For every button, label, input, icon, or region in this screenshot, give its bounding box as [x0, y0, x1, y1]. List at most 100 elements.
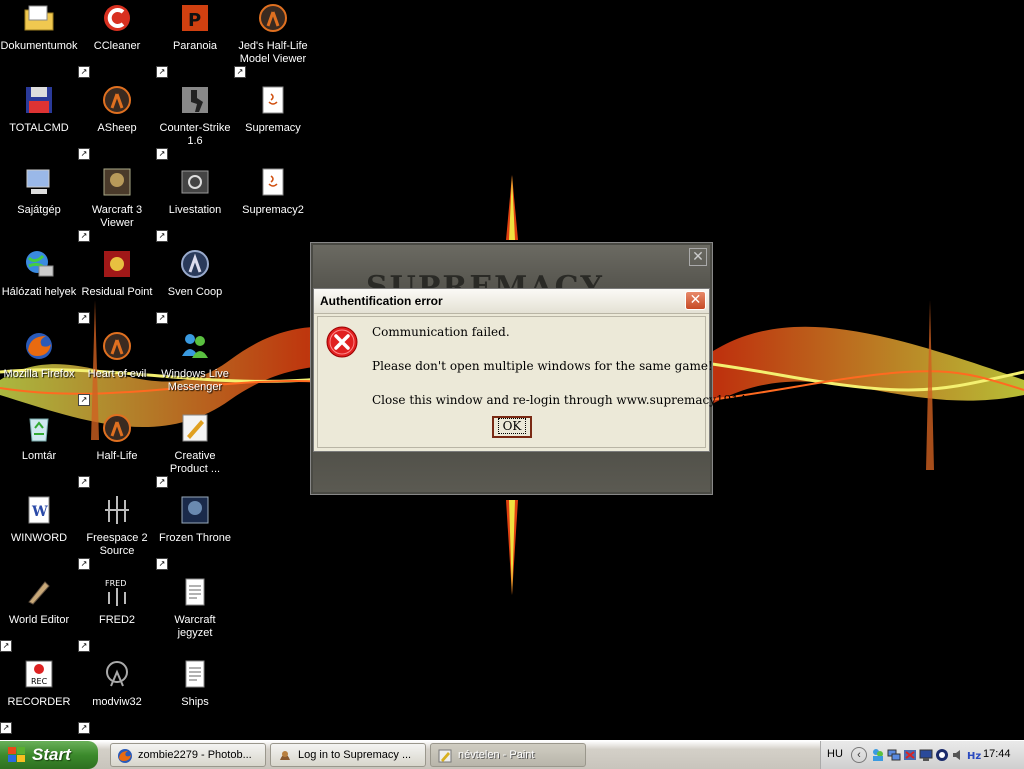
counter-strike-icon	[182, 87, 208, 113]
warcraft-icon	[103, 168, 131, 196]
desktop-icon-windows-live-messenger[interactable]: Windows Live Messenger	[156, 330, 234, 406]
shortcut-arrow-icon: ↗	[78, 66, 90, 78]
icon-label: Sven Coop	[167, 286, 223, 298]
desktop-icon-heart-of-evil[interactable]: ↗ Heart of evil	[78, 330, 156, 406]
shortcut-arrow-icon: ↗	[78, 312, 90, 324]
firefox-icon	[26, 333, 52, 359]
firefox-icon	[118, 749, 132, 763]
desktop-icon-sajatgep[interactable]: Sajátgép	[0, 166, 78, 242]
icon-label: Supremacy	[245, 122, 301, 134]
icon-label: Hálózati helyek	[1, 286, 77, 298]
dialog-close-button[interactable]: ✕	[685, 291, 706, 310]
shortcut-arrow-icon: ↗	[78, 476, 90, 488]
paint-icon	[438, 749, 452, 763]
halflife-icon	[103, 414, 131, 442]
icon-label: Creative Product ...	[169, 450, 221, 475]
shortcut-arrow-icon: ↗	[156, 230, 168, 242]
desktop-icon-ccleaner[interactable]: ↗ CCleaner	[78, 2, 156, 78]
icon-label: Jed's Half-Life Model Viewer	[238, 40, 308, 65]
desktop-icon-ships[interactable]: Ships	[156, 658, 234, 734]
desktop-icon-freespace-2-source[interactable]: ↗ Freespace 2 Source	[78, 494, 156, 570]
desktop-icon-modviw32[interactable]: ↗ modviw32	[78, 658, 156, 734]
sven-coop-icon	[181, 250, 209, 278]
taskbar-button-supremacy-login[interactable]: Log in to Supremacy ...	[270, 743, 426, 767]
clock[interactable]: 17:44	[983, 748, 1011, 760]
game-window-close-button[interactable]: ✕	[689, 248, 707, 266]
desktop-icon-warcraft-3-viewer[interactable]: ↗ Warcraft 3 Viewer	[78, 166, 156, 242]
icon-label: modviw32	[92, 696, 142, 708]
desktop-icon-fred2[interactable]: FRED ↗ FRED2	[78, 576, 156, 652]
error-message-line-3: Close this window and re-login through w…	[372, 393, 780, 407]
volume-tray-icon[interactable]	[951, 748, 965, 762]
text-file-icon	[185, 578, 205, 606]
desktop-icon-supremacy[interactable]: Supremacy	[234, 84, 312, 160]
icon-label: Dokumentumok	[0, 40, 78, 52]
creative-icon	[182, 414, 208, 442]
folder-icon	[24, 5, 54, 31]
desktop-icon-halozati-helyek[interactable]: Hálózati helyek	[0, 248, 78, 324]
icon-label: CCleaner	[93, 40, 141, 52]
cpu-monitor-tray-icon[interactable]: Hz	[967, 748, 981, 762]
dialog-titlebar[interactable]: Authentification error ✕	[314, 289, 709, 314]
desktop-icon-warcraft-jegyzet[interactable]: Warcraft jegyzet	[156, 576, 234, 652]
halflife-icon	[259, 4, 287, 32]
desktop-icon-asheep[interactable]: ↗ ASheep	[78, 84, 156, 160]
icon-label: Warcraft jegyzet	[174, 614, 216, 639]
svg-text:W: W	[31, 504, 48, 520]
icon-label: Half-Life	[96, 450, 138, 462]
taskbar-button-photobucket[interactable]: zombie2279 - Photob...	[110, 743, 266, 767]
icon-label: Heart of evil	[87, 368, 147, 380]
java-file-icon	[262, 168, 284, 196]
security-tray-icon[interactable]	[903, 748, 917, 762]
desktop-icon-jeds-half-life-model-viewer[interactable]: ↗ Jed's Half-Life Model Viewer	[234, 2, 312, 78]
shortcut-arrow-icon: ↗	[78, 394, 90, 406]
desktop-icon-winword[interactable]: W WINWORD	[0, 494, 78, 570]
icon-label: RECORDER	[7, 696, 71, 708]
icon-label: World Editor	[8, 614, 70, 626]
taskbar-button-paint[interactable]: névtelen - Paint	[430, 743, 586, 767]
desktop-icon-recorder[interactable]: REC ↗ RECORDER	[0, 658, 78, 734]
desktop-icon-residual-point[interactable]: ↗ Residual Point	[78, 248, 156, 324]
desktop-icon-lomtar[interactable]: Lomtár	[0, 412, 78, 488]
desktop-icon-dokumentumok[interactable]: Dokumentumok	[0, 2, 78, 78]
shortcut-arrow-icon: ↗	[156, 148, 168, 160]
dialog-title: Authentification error	[320, 294, 443, 308]
desktop-icon-half-life[interactable]: ↗ Half-Life	[78, 412, 156, 488]
shortcut-arrow-icon: ↗	[78, 722, 90, 734]
desktop-icon-counter-strike[interactable]: ↗ Counter-Strike 1.6	[156, 84, 234, 160]
system-tray: HU ‹ Hz 17:44	[820, 741, 1024, 769]
icon-label: TOTALCMD	[9, 122, 69, 134]
messenger-tray-icon[interactable]	[871, 748, 885, 762]
desktop-icon-paranoia[interactable]: P ↗ Paranoia	[156, 2, 234, 78]
error-icon	[326, 326, 358, 358]
desktop-icon-world-editor[interactable]: ↗ World Editor	[0, 576, 78, 652]
network-icon	[26, 251, 54, 277]
icon-label: WINWORD	[10, 532, 68, 544]
show-hidden-icons-button[interactable]: ‹	[851, 747, 867, 763]
desktop-icon-livestation[interactable]: ↗ Livestation	[156, 166, 234, 242]
shortcut-arrow-icon: ↗	[78, 230, 90, 242]
icon-label: Supremacy2	[242, 204, 304, 216]
icon-label: Mozilla Firefox	[3, 368, 75, 380]
desktop-icon-frozen-throne[interactable]: ↗ Frozen Throne	[156, 494, 234, 570]
start-button[interactable]: Start	[0, 741, 98, 769]
halflife-icon	[103, 332, 131, 360]
svg-text:P: P	[188, 10, 201, 31]
desktop-icon-creative-product[interactable]: ↗ Creative Product ...	[156, 412, 234, 488]
desktop-icon-mozilla-firefox[interactable]: Mozilla Firefox	[0, 330, 78, 406]
freespace-icon	[105, 496, 129, 524]
antivirus-tray-icon[interactable]	[935, 748, 949, 762]
icon-label: Warcraft 3 Viewer	[91, 204, 143, 229]
windows-logo-icon	[8, 747, 25, 762]
icon-label: Windows Live Messenger	[161, 368, 229, 393]
desktop-icon-totalcmd[interactable]: TOTALCMD	[0, 84, 78, 160]
fred2-icon: FRED	[105, 579, 126, 606]
desktop-icon-sven-coop[interactable]: ↗ Sven Coop	[156, 248, 234, 324]
desktop-icon-supremacy2[interactable]: Supremacy2	[234, 166, 312, 242]
shortcut-arrow-icon: ↗	[156, 558, 168, 570]
ok-button[interactable]: OK	[492, 416, 532, 438]
network-tray-icon[interactable]	[887, 748, 901, 762]
language-indicator[interactable]: HU	[827, 748, 843, 760]
display-tray-icon[interactable]	[919, 748, 933, 762]
messenger-icon	[182, 334, 208, 358]
